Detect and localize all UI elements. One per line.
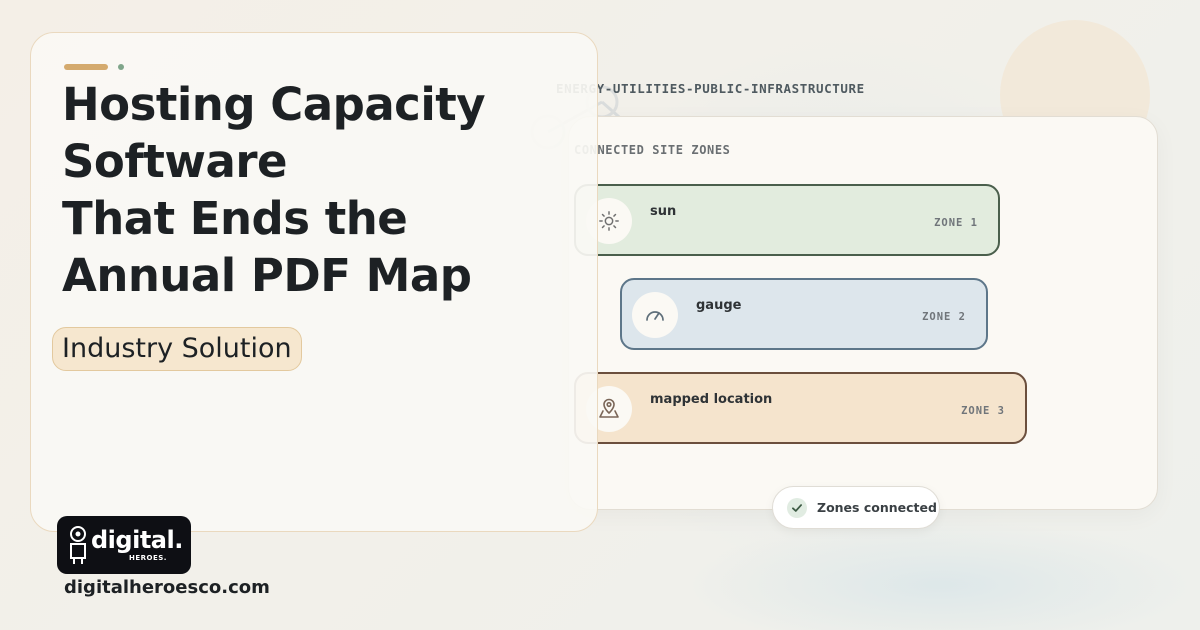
zone-tag: ZONE 1 bbox=[934, 217, 978, 229]
zone-card-2[interactable]: gauge ZONE 2 bbox=[620, 278, 988, 350]
page-title: Hosting Capacity Software That Ends the … bbox=[62, 76, 562, 304]
headline-line: Software bbox=[62, 135, 288, 188]
check-icon bbox=[787, 497, 807, 518]
logo-subtext: HEROES. bbox=[129, 554, 167, 562]
zone-card-1[interactable]: sun ZONE 1 bbox=[574, 184, 1000, 256]
gauge-icon bbox=[632, 292, 678, 338]
headline-line: Annual PDF Map bbox=[62, 249, 472, 302]
accent-bar bbox=[64, 64, 108, 70]
status-pill: Zones connected bbox=[772, 486, 940, 529]
industry-label: ENERGY-UTILITIES-PUBLIC-INFRASTRUCTURE bbox=[556, 81, 865, 96]
headline-line: That Ends the bbox=[62, 192, 408, 245]
website-link[interactable]: digitalheroesco.com bbox=[64, 577, 270, 598]
status-text: Zones connected bbox=[817, 500, 937, 515]
zone-name: gauge bbox=[696, 298, 742, 313]
category-badge: Industry Solution bbox=[52, 327, 302, 371]
zone-tag: ZONE 2 bbox=[922, 311, 966, 323]
hero-mascot-icon bbox=[70, 526, 86, 564]
brand-logo[interactable]: digital. HEROES. bbox=[57, 516, 191, 574]
logo-wordmark: digital. bbox=[91, 526, 183, 554]
headline-line: Hosting Capacity bbox=[62, 78, 486, 131]
zone-tag: ZONE 3 bbox=[961, 405, 1005, 417]
zone-card-3[interactable]: mapped location ZONE 3 bbox=[574, 372, 1027, 444]
zone-name: sun bbox=[650, 204, 677, 219]
accent-dot bbox=[118, 64, 124, 70]
zone-name: mapped location bbox=[650, 392, 773, 407]
